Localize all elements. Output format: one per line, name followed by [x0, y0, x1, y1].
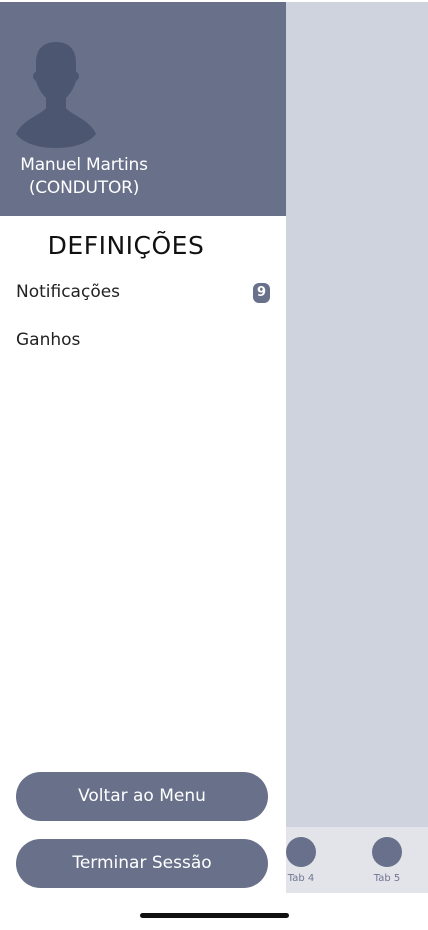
tab-4-icon	[286, 837, 316, 867]
drawer-header: Manuel Martins (CONDUTOR)	[0, 2, 286, 216]
menu-item-label: Ganhos	[16, 330, 81, 350]
avatar-icon	[14, 40, 98, 148]
tab-5[interactable]: Tab 5	[362, 837, 412, 891]
menu-item-earnings[interactable]: Ganhos	[16, 327, 272, 357]
notifications-count-badge: 9	[253, 283, 270, 303]
tab-5-icon	[372, 837, 402, 867]
user-name: Manuel Martins	[20, 155, 148, 175]
menu-item-label: Notificações	[16, 282, 121, 302]
menu-item-notifications[interactable]: Notificações 9	[16, 279, 272, 309]
user-role: (CONDUTOR)	[28, 178, 140, 198]
logout-button[interactable]: Terminar Sessão	[16, 839, 268, 888]
settings-heading: DEFINIÇÕES	[47, 231, 205, 260]
back-to-menu-button[interactable]: Voltar ao Menu	[16, 772, 268, 821]
side-drawer: Manuel Martins (CONDUTOR) DEFINIÇÕES Not…	[0, 0, 286, 893]
home-indicator[interactable]	[140, 913, 289, 918]
background-app-content[interactable]	[286, 2, 428, 827]
tab-bar: Tab 4 Tab 5	[286, 827, 428, 893]
tab-5-label: Tab 5	[373, 873, 401, 884]
bottom-safe-area	[0, 893, 428, 930]
